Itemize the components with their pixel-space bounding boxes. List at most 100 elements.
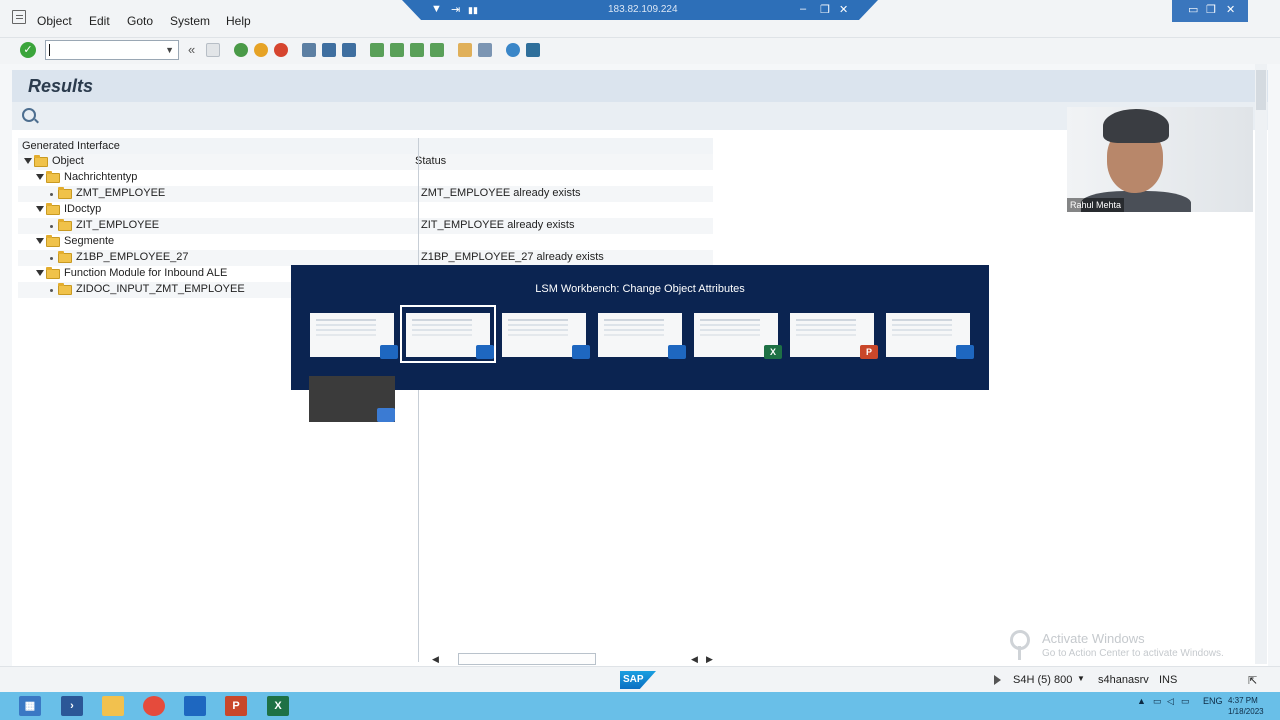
clock[interactable]: 4:37 PM 1/18/2023 (1228, 695, 1264, 717)
last-page-icon[interactable] (430, 43, 444, 57)
close-icon[interactable]: ✕ (1226, 3, 1235, 16)
start-icon[interactable]: ▦ (19, 696, 41, 716)
file-explorer-icon[interactable] (102, 696, 124, 716)
network-icon[interactable]: ▭ (1153, 696, 1162, 707)
minimize-icon[interactable]: – (800, 3, 806, 15)
layout-menu-icon[interactable] (526, 43, 540, 57)
excel-icon: X (764, 345, 782, 359)
bullet-icon (50, 193, 53, 196)
details-magnifier-icon[interactable] (22, 108, 36, 122)
window-thumbnail[interactable] (406, 313, 494, 359)
expand-toggle-icon[interactable] (36, 206, 44, 212)
back-icon[interactable] (234, 43, 248, 57)
save-icon[interactable] (206, 43, 220, 57)
tree-row-idoctyp[interactable]: IDoctyp (18, 202, 713, 218)
window-thumbnail[interactable]: P (790, 313, 878, 359)
first-page-icon[interactable] (370, 43, 384, 57)
tree-node-label: Object (52, 155, 84, 167)
scroll-right-icon[interactable]: ▶ (706, 654, 713, 665)
sap-menu-icon[interactable] (12, 10, 26, 24)
language-indicator[interactable]: ENG (1203, 696, 1223, 706)
battery-icon[interactable]: ▭ (1181, 696, 1190, 707)
next-page-icon[interactable] (410, 43, 424, 57)
menu-edit[interactable]: Edit (89, 14, 110, 28)
menu-goto[interactable]: Goto (127, 14, 153, 28)
expand-toggle-icon[interactable] (36, 238, 44, 244)
enter-button[interactable]: ✓ (20, 42, 36, 58)
print-icon[interactable] (302, 43, 316, 57)
task-switcher: LSM Workbench: Change Object Attributes … (291, 265, 989, 390)
bullet-icon (50, 225, 53, 228)
scrollbar-thumb[interactable] (1256, 70, 1266, 110)
switcher-window-title: LSM Workbench: Change Object Attributes (535, 283, 745, 295)
tree-row-nachrichtentyp[interactable]: Nachrichtentyp (18, 170, 713, 186)
window-thumbnail[interactable] (310, 313, 398, 359)
powershell-icon[interactable]: › (61, 696, 83, 716)
window-thumbnail[interactable]: X (694, 313, 782, 359)
menu-help[interactable]: Help (226, 14, 251, 28)
chevron-down-icon[interactable]: ▼ (431, 3, 442, 15)
scroll-right-icon[interactable]: ◀ (691, 654, 698, 665)
sap-logo: SAP (620, 671, 656, 689)
expand-status-icon[interactable] (994, 675, 1001, 685)
horizontal-scrollbar[interactable]: ◀ ◀ ▶ (426, 652, 716, 666)
collapse-toolbar-icon[interactable]: « (188, 42, 195, 57)
expand-toggle-icon[interactable] (36, 174, 44, 180)
key-icon (1008, 630, 1032, 660)
chevron-down-icon[interactable]: ▼ (165, 45, 174, 55)
previous-page-icon[interactable] (390, 43, 404, 57)
tray-arrow-icon[interactable]: ▲ (1137, 696, 1146, 706)
folder-icon (46, 267, 60, 279)
chrome-icon[interactable] (143, 696, 165, 716)
window-thumbnail[interactable] (502, 313, 590, 359)
cancel-icon[interactable] (274, 43, 288, 57)
tree-row-zit-employee[interactable]: ZIT_EMPLOYEE ZIT_EMPLOYEE already exists (18, 218, 713, 234)
folder-icon (58, 251, 72, 263)
exit-icon[interactable] (254, 43, 268, 57)
powerpoint-icon[interactable]: P (225, 696, 247, 716)
tree-row-object[interactable]: Object Status (18, 154, 713, 170)
volume-icon[interactable]: ◁ (1167, 696, 1174, 707)
create-session-icon[interactable] (458, 43, 472, 57)
minimize-icon[interactable]: ▭ (1188, 3, 1198, 16)
menu-object[interactable]: Object (37, 14, 72, 28)
menu-system[interactable]: System (170, 14, 210, 28)
command-field[interactable]: ▼ (45, 40, 179, 60)
scrollbar-thumb[interactable] (458, 653, 596, 665)
window-controls: ▭ ❐ ✕ (1172, 0, 1248, 22)
chevron-down-icon[interactable]: ▼ (1077, 674, 1085, 683)
find-next-icon[interactable] (342, 43, 356, 57)
window-thumbnail[interactable] (598, 313, 686, 359)
help-icon[interactable] (506, 43, 520, 57)
status-cell: Z1BP_EMPLOYEE_27 already exists (421, 251, 604, 263)
activation-title: Activate Windows (1042, 631, 1145, 646)
shortcut-icon[interactable] (478, 43, 492, 57)
window-thumbnail[interactable] (309, 376, 395, 422)
folder-icon (46, 171, 60, 183)
restore-icon[interactable]: ❐ (820, 3, 830, 16)
remote-connection-bar: ▼ ⇥ ▮▮ 183.82.109.224 – ❐ ✕ (402, 0, 878, 20)
window-thumbnail[interactable] (886, 313, 974, 359)
tree-row-zmt-employee[interactable]: ZMT_EMPLOYEE ZMT_EMPLOYEE already exists (18, 186, 713, 202)
tree-node-label: ZMT_EMPLOYEE (76, 187, 166, 199)
tree-row-z1bp-employee[interactable]: Z1BP_EMPLOYEE_27 Z1BP_EMPLOYEE_27 alread… (18, 250, 713, 266)
expand-toggle-icon[interactable] (36, 270, 44, 276)
insert-mode[interactable]: INS (1159, 674, 1177, 686)
vertical-scrollbar[interactable] (1255, 64, 1267, 664)
find-icon[interactable] (322, 43, 336, 57)
sap-status-bar: SAP S4H (5) 800 ▼ s4hanasrv INS ⇱ (0, 666, 1280, 692)
pin-icon[interactable]: ⇥ (451, 3, 460, 16)
tree-column-header-label: Generated Interface (22, 140, 120, 152)
sap-gui-icon (668, 345, 686, 359)
close-icon[interactable]: ✕ (839, 3, 848, 16)
sap-logon-icon[interactable] (184, 696, 206, 716)
scroll-left-icon[interactable]: ◀ (432, 654, 439, 665)
system-info[interactable]: S4H (5) 800 (1013, 674, 1072, 686)
tree-row-segmente[interactable]: Segmente (18, 234, 713, 250)
restore-icon[interactable]: ❐ (1206, 3, 1216, 16)
expand-toggle-icon[interactable] (24, 158, 32, 164)
excel-icon[interactable]: X (267, 696, 289, 716)
column-divider[interactable] (418, 138, 419, 662)
popout-icon[interactable]: ⇱ (1248, 674, 1257, 687)
clock-time: 4:37 PM (1228, 696, 1258, 705)
